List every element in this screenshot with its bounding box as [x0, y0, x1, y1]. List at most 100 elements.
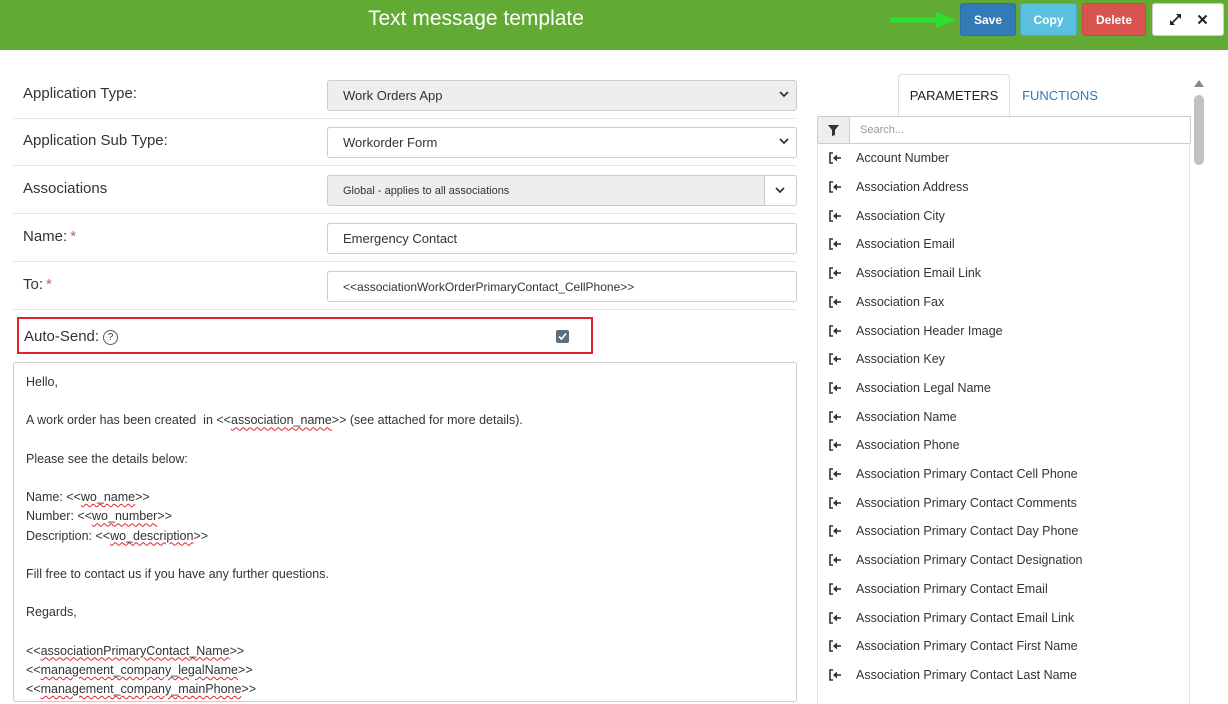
tab-functions[interactable]: FUNCTIONS: [1010, 74, 1110, 116]
parameter-item[interactable]: Association Email Link: [818, 259, 1190, 288]
scrollbar-thumb[interactable]: [1194, 95, 1204, 165]
parameter-label: Association Email: [856, 237, 955, 252]
insert-icon: [829, 583, 841, 595]
parameter-item[interactable]: Association Primary Contact Cell Phone: [818, 460, 1190, 489]
insert-icon: [829, 152, 841, 165]
page-title: Text message template: [368, 7, 584, 30]
editor-line: <<associationPrimaryContact_Name>>: [26, 643, 245, 658]
parameter-label: Association Key: [856, 352, 945, 367]
application-sub-type-value: Workorder Form: [343, 135, 438, 150]
parameter-item[interactable]: Association Fax: [818, 288, 1190, 317]
parameter-label: Association Email Link: [856, 266, 982, 281]
application-type-select[interactable]: Work Orders App: [327, 80, 797, 111]
parameter-item[interactable]: Account Number: [818, 144, 1190, 173]
delete-button[interactable]: Delete: [1082, 3, 1146, 36]
parameter-item[interactable]: Association Legal Name: [818, 374, 1190, 403]
insert-icon: [829, 640, 841, 653]
associations-row: Associations Global - applies to all ass…: [13, 166, 797, 214]
insert-icon: [829, 611, 841, 624]
application-sub-type-select[interactable]: Workorder Form: [327, 127, 797, 158]
name-input[interactable]: Emergency Contact: [327, 223, 797, 254]
auto-send-row: Auto-Send:?: [17, 317, 593, 354]
parameter-item[interactable]: Association City: [818, 201, 1190, 230]
scroll-up-arrow-icon[interactable]: [1194, 80, 1204, 87]
required-marker: *: [70, 228, 77, 245]
name-value: Emergency Contact: [343, 231, 458, 246]
application-type-label: Application Type:: [23, 85, 137, 102]
auto-send-checkbox[interactable]: [556, 330, 569, 343]
parameter-item[interactable]: Association Primary Contact First Name: [818, 632, 1190, 661]
editor-line: A work order has been created in <<assoc…: [26, 413, 523, 428]
editor-line: Regards,: [26, 605, 77, 620]
parameter-search: Search...: [817, 116, 1191, 144]
parameter-item[interactable]: Association Primary Contact Email: [818, 575, 1190, 604]
copy-button[interactable]: Copy: [1020, 3, 1077, 36]
insert-icon: [829, 410, 841, 423]
search-input[interactable]: Search...: [850, 117, 1190, 143]
insert-icon: [829, 669, 841, 681]
parameter-label: Association Primary Contact Email: [856, 581, 1048, 596]
parameter-item[interactable]: Association Phone: [818, 431, 1190, 460]
save-button[interactable]: Save: [960, 3, 1016, 36]
help-icon[interactable]: ?: [103, 330, 119, 345]
parameter-item[interactable]: Association Primary Contact Comments: [818, 488, 1190, 517]
parameter-label: Association Primary Contact First Name: [856, 639, 1078, 654]
name-row: Name: * Emergency Contact: [13, 214, 797, 262]
message-body-editor[interactable]: Hello, A work order has been created in …: [13, 362, 797, 702]
editor-line: Fill free to contact us if you have any …: [26, 566, 329, 581]
parameter-item[interactable]: Association Name: [818, 402, 1190, 431]
chevron-down-icon: [775, 187, 785, 194]
parameter-label: Association Name: [856, 409, 957, 424]
chevron-down-icon: [779, 91, 789, 98]
editor-line: Number: <<wo_number>>: [26, 509, 172, 524]
insert-icon: [829, 468, 841, 480]
parameter-item[interactable]: Association Primary Contact Designation: [818, 546, 1190, 575]
parameter-label: Association Fax: [856, 294, 945, 309]
parameter-item[interactable]: Association Primary Contact Last Name: [818, 661, 1190, 690]
parameter-list: Account Number Association Address Associa…: [817, 144, 1190, 704]
insert-icon: [829, 382, 841, 394]
parameter-item[interactable]: Association Primary Contact Day Phone: [818, 517, 1190, 546]
parameter-item[interactable]: Association Key: [818, 345, 1190, 374]
expand-icon[interactable]: [1169, 13, 1182, 26]
chevron-down-icon: [779, 138, 789, 145]
checkmark-icon: [558, 332, 567, 341]
parameter-label: Association City: [856, 208, 945, 223]
editor-line: Name: <<wo_name>>: [26, 490, 150, 505]
insert-icon: [829, 554, 841, 566]
associations-select[interactable]: Global - applies to all associations: [327, 175, 797, 206]
name-label: Name: *: [23, 228, 77, 245]
window-controls: [1152, 3, 1224, 36]
application-sub-type-row: Application Sub Type: Workorder Form: [13, 118, 797, 166]
parameter-label: Association Primary Contact Designation: [856, 553, 1083, 568]
parameter-item[interactable]: Association Email: [818, 230, 1190, 259]
insert-icon: [829, 296, 841, 308]
application-type-value: Work Orders App: [343, 88, 443, 103]
parameter-label: Association Phone: [856, 438, 960, 453]
insert-icon: [829, 324, 841, 337]
to-input[interactable]: <<associationWorkOrderPrimaryContact_Cel…: [327, 271, 797, 302]
associations-value: Global - applies to all associations: [343, 184, 510, 197]
parameter-item[interactable]: Association Address: [818, 173, 1190, 202]
associations-dropdown-toggle[interactable]: [764, 176, 796, 205]
to-row: To: * <<associationWorkOrderPrimaryContac…: [13, 262, 797, 310]
insert-icon: [829, 181, 841, 193]
insert-icon: [829, 525, 841, 538]
insert-icon: [829, 209, 841, 222]
parameter-label: Association Primary Contact Cell Phone: [856, 467, 1078, 482]
parameter-item[interactable]: Association Header Image: [818, 316, 1190, 345]
editor-line: Hello,: [26, 375, 58, 389]
close-icon[interactable]: [1197, 14, 1208, 25]
insert-icon: [829, 238, 841, 251]
parameter-item[interactable]: Association Primary Contact Email Link: [818, 603, 1190, 632]
scrollbar[interactable]: [1192, 78, 1206, 698]
tab-parameters[interactable]: PARAMETERS: [898, 74, 1010, 116]
header-bar: Text message template Save Copy Delete: [0, 0, 1228, 50]
parameter-label: Association Primary Contact Comments: [856, 495, 1077, 510]
filter-icon[interactable]: [818, 117, 850, 143]
